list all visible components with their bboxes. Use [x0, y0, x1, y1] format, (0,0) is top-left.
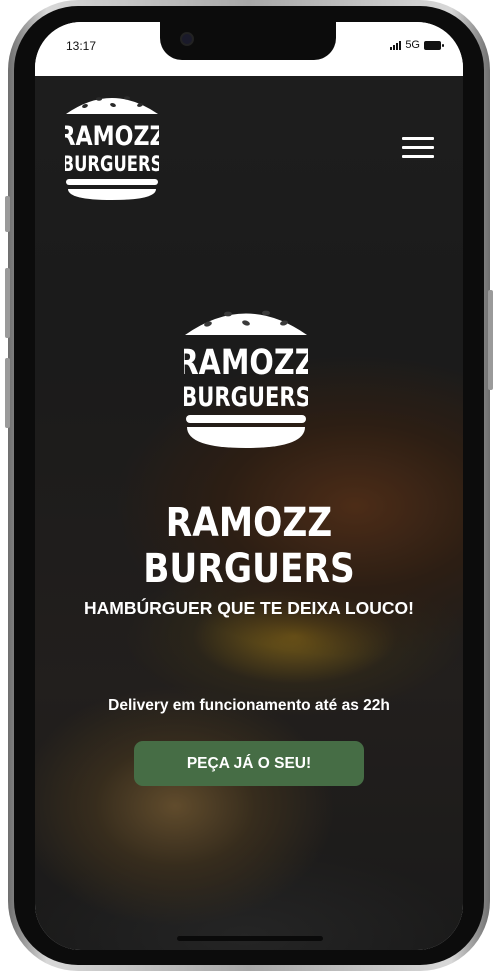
phone-screen: 13:17 5G RAMOZZ BURGUERS: [35, 22, 463, 950]
order-now-button[interactable]: PEÇA JÁ O SEU!: [134, 741, 364, 786]
battery-icon: [424, 40, 444, 50]
hamburger-menu-icon[interactable]: [402, 137, 434, 159]
phone-notch: [160, 22, 336, 60]
phone-side-button: [5, 196, 10, 232]
network-label: 5G: [405, 39, 420, 51]
signal-icon: [390, 40, 402, 50]
hero-logo: RAMOZZ BURGUERS: [184, 310, 308, 448]
nav-logo[interactable]: RAMOZZ BURGUERS: [65, 90, 159, 200]
front-camera-icon: [180, 32, 194, 46]
nav-logo-line2: BURGUERS: [65, 153, 159, 176]
hero-title: RAMOZZ BURGUERS: [143, 500, 355, 592]
phone-side-button: [488, 290, 493, 390]
logo-patty-icon: [66, 179, 158, 185]
phone-side-button: [5, 358, 10, 428]
hero-logo-patty-icon: [186, 415, 306, 423]
hero-logo-line2: BURGUERS: [184, 381, 308, 412]
delivery-hours-text: Delivery em funcionamento até as 22h: [108, 697, 390, 714]
hero-logo-line1: RAMOZZ: [184, 341, 308, 383]
nav-logo-line1: RAMOZZ: [65, 120, 159, 152]
hero-section: RAMOZZ BURGUERS RAMOZZ BURGUERS RAMOZZ B…: [35, 76, 463, 950]
home-indicator[interactable]: [177, 936, 323, 941]
hero-subtitle: HAMBÚRGUER QUE TE DEIXA LOUCO!: [84, 598, 414, 618]
status-indicators: 5G: [390, 39, 444, 51]
hero-logo-bun-bottom-icon: [187, 427, 305, 448]
phone-side-button: [5, 268, 10, 338]
logo-bun-bottom-icon: [68, 189, 156, 200]
status-time: 13:17: [66, 39, 97, 53]
